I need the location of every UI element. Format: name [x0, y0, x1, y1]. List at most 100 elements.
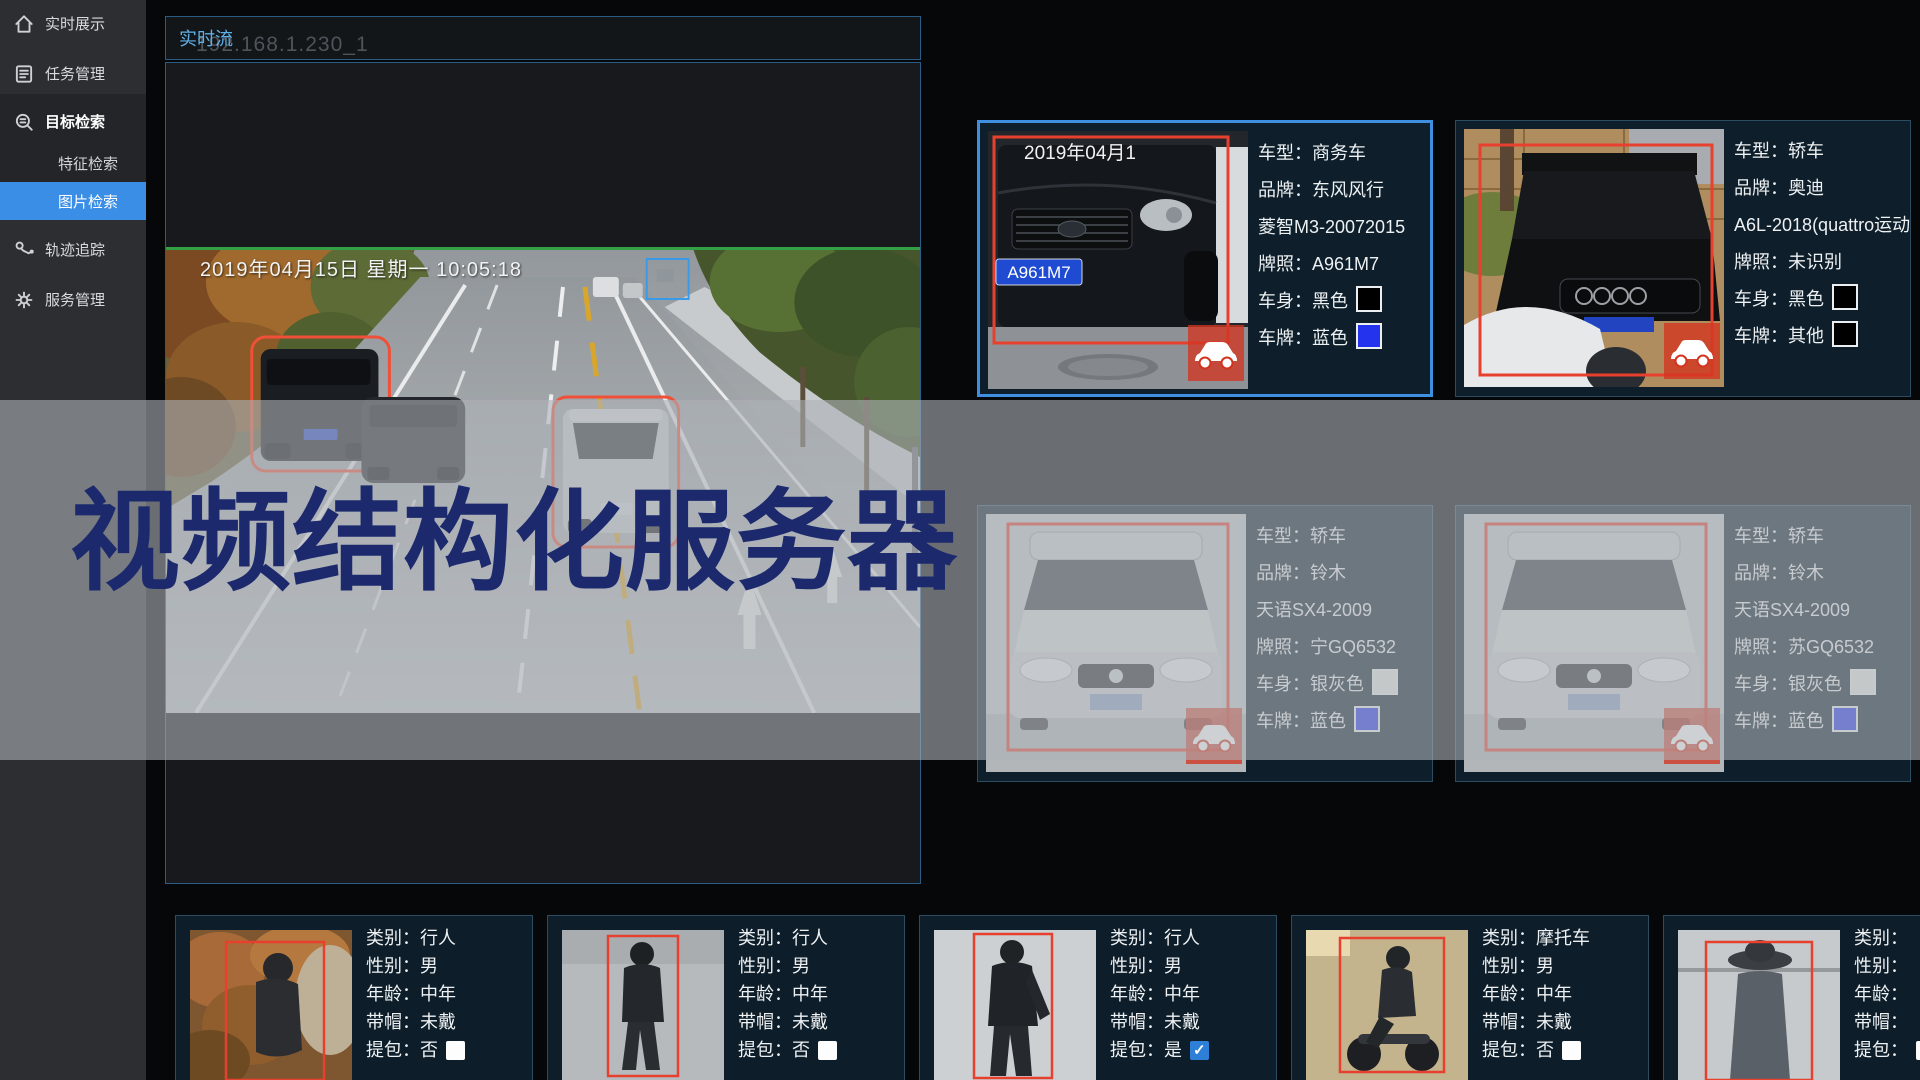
attr-label: 提包： — [1110, 1040, 1164, 1060]
sidebar: 实时展示 任务管理 目标检索 特征检索 图片检索 轨迹追踪 服务管理 — [0, 0, 146, 1080]
attr-label: 带帽： — [366, 1012, 420, 1032]
attr-row: 提包：是 — [1110, 1036, 1209, 1064]
sidebar-item-label: 服务管理 — [45, 289, 105, 310]
attr-row: 车型：轿车 — [1256, 518, 1398, 555]
attr-value: 黑色 — [1788, 289, 1824, 309]
pedestrian-result-card[interactable]: 类别：行人 性别：男 年龄：中年 带帽：未戴 提包：否 — [175, 915, 533, 1080]
attr-value: 蓝色 — [1788, 711, 1824, 731]
attr-value: 未识别 — [1788, 252, 1842, 272]
plate-text-on-image: A961M7 — [1007, 263, 1070, 282]
body-color-swatch — [1372, 669, 1398, 695]
attr-row: 车牌：蓝色 — [1734, 703, 1876, 740]
attr-value: 铃木 — [1310, 563, 1346, 583]
sidebar-item-service-management[interactable]: 服务管理 — [0, 280, 146, 318]
pedestrian-result-card[interactable]: 类别： 性别： 年龄： 带帽： 提包： — [1663, 915, 1920, 1080]
sidebar-item-image-search[interactable]: 图片检索 — [0, 182, 146, 220]
attr-label: 车身： — [1256, 674, 1310, 694]
tab-live-stream[interactable]: 实时流 — [179, 25, 233, 51]
attr-label: 品牌： — [1734, 563, 1788, 583]
attr-value: 是 — [1164, 1040, 1182, 1060]
vehicle-result-card[interactable]: A961M7 2019年04月1 车型：商务车 品牌：东风风行 菱智M3-200… — [977, 120, 1433, 397]
attr-label: 车牌： — [1256, 711, 1310, 731]
attr-label: 性别： — [738, 956, 792, 976]
attr-row: 车身：黑色 — [1734, 281, 1910, 318]
attr-value: 未戴 — [792, 1012, 828, 1032]
sidebar-item-label: 特征检索 — [58, 153, 118, 174]
attr-label: 年龄： — [1482, 984, 1536, 1004]
attr-value: 轿车 — [1788, 141, 1824, 161]
sidebar-item-live-display[interactable]: 实时展示 — [0, 4, 146, 42]
attr-label: 牌照： — [1256, 637, 1310, 657]
vehicle-result-card[interactable]: 车型：轿车 品牌：铃木 天语SX4-2009 牌照：苏GQ6532 车身：银灰色… — [1455, 505, 1911, 782]
attr-label: 提包： — [1482, 1040, 1536, 1060]
track-icon — [13, 239, 35, 259]
home-icon — [13, 13, 35, 33]
attr-label: 车型： — [1258, 143, 1312, 163]
attr-label: 性别： — [1854, 956, 1908, 976]
attr-row: 带帽：未戴 — [366, 1008, 465, 1036]
sidebar-item-label: 目标检索 — [45, 111, 105, 132]
attr-row: 带帽： — [1854, 1008, 1920, 1036]
car-type-icon — [1664, 708, 1720, 764]
attr-row: 天语SX4-2009 — [1256, 592, 1398, 629]
attr-value: 男 — [1164, 956, 1182, 976]
attr-label: 类别： — [366, 928, 420, 948]
attr-value: 未戴 — [420, 1012, 456, 1032]
vehicle-snapshot — [986, 514, 1246, 772]
pedestrian-attributes: 类别： 性别： 年龄： 带帽： 提包： — [1854, 924, 1920, 1064]
attr-label: 提包： — [366, 1040, 420, 1060]
sidebar-item-task-management[interactable]: 任务管理 — [0, 54, 146, 92]
attr-value: 黑色 — [1312, 291, 1348, 311]
sidebar-item-label: 实时展示 — [45, 13, 105, 34]
attr-row: 年龄：中年 — [738, 980, 837, 1008]
body-color-swatch — [1832, 284, 1858, 310]
attr-row: 提包： — [1854, 1036, 1920, 1064]
attr-label: 牌照： — [1258, 254, 1312, 274]
attr-label: 牌照： — [1734, 637, 1788, 657]
attr-label: 年龄： — [366, 984, 420, 1004]
sidebar-item-label: 图片检索 — [58, 191, 118, 212]
pedestrian-result-card[interactable]: 类别：摩托车 性别：男 年龄：中年 带帽：未戴 提包：否 — [1291, 915, 1649, 1080]
pedestrian-result-card[interactable]: 类别：行人 性别：男 年龄：中年 带帽：未戴 提包：是 — [919, 915, 1277, 1080]
plate-color-swatch — [1832, 321, 1858, 347]
attr-row: 提包：否 — [1482, 1036, 1590, 1064]
attr-value: 未戴 — [1536, 1012, 1572, 1032]
vehicle-result-card[interactable]: 车型：轿车 品牌：奥迪 A6L-2018(quattro运动 牌照：未识别 车身… — [1455, 120, 1911, 397]
attr-label: 带帽： — [1110, 1012, 1164, 1032]
attr-value: 未戴 — [1164, 1012, 1200, 1032]
attr-value: 行人 — [1164, 928, 1200, 948]
attr-row: 性别：男 — [738, 952, 837, 980]
pedestrian-result-card[interactable]: 类别：行人 性别：男 年龄：中年 带帽：未戴 提包：否 — [547, 915, 905, 1080]
bag-checkbox — [446, 1041, 465, 1060]
attr-value: 蓝色 — [1312, 328, 1348, 348]
plate-color-swatch — [1356, 323, 1382, 349]
vehicle-result-card[interactable]: 车型：轿车 品牌：铃木 天语SX4-2009 牌照：宁GQ6532 车身：银灰色… — [977, 505, 1433, 782]
attr-row: 提包：否 — [738, 1036, 837, 1064]
pedestrian-snapshot — [562, 930, 724, 1080]
attr-label: 车牌： — [1734, 711, 1788, 731]
body-color-swatch — [1850, 669, 1876, 695]
attr-row: 性别：男 — [1482, 952, 1590, 980]
live-video-frame[interactable]: 2019年04月15日 星期一 10:05:18 — [166, 247, 920, 713]
attr-label: 性别： — [1110, 956, 1164, 976]
sidebar-item-trajectory-tracking[interactable]: 轨迹追踪 — [0, 230, 146, 268]
attr-row: 提包：否 — [366, 1036, 465, 1064]
attr-value: 蓝色 — [1310, 711, 1346, 731]
attr-label: 带帽： — [1854, 1012, 1908, 1032]
vehicle-attributes: 车型：轿车 品牌：奥迪 A6L-2018(quattro运动 牌照：未识别 车身… — [1734, 133, 1910, 355]
attr-label: 品牌： — [1258, 180, 1312, 200]
attr-row: 菱智M3-20072015 — [1258, 209, 1405, 246]
bag-checkbox — [1562, 1041, 1581, 1060]
pedestrian-snapshot — [1678, 930, 1840, 1080]
attr-label: 年龄： — [1110, 984, 1164, 1004]
attr-label: 车型： — [1256, 526, 1310, 546]
video-timestamp: 2019年04月15日 星期一 10:05:18 — [200, 253, 522, 282]
bag-checkbox — [818, 1041, 837, 1060]
attr-row: 性别：男 — [1110, 952, 1209, 980]
bag-checkbox — [1916, 1041, 1920, 1060]
attr-label: 性别： — [1482, 956, 1536, 976]
sidebar-item-target-search[interactable]: 目标检索 — [0, 102, 146, 140]
vehicle-snapshot: A961M7 2019年04月1 — [988, 131, 1248, 389]
sidebar-item-feature-search[interactable]: 特征检索 — [0, 144, 146, 182]
attr-row: 带帽：未戴 — [1482, 1008, 1590, 1036]
